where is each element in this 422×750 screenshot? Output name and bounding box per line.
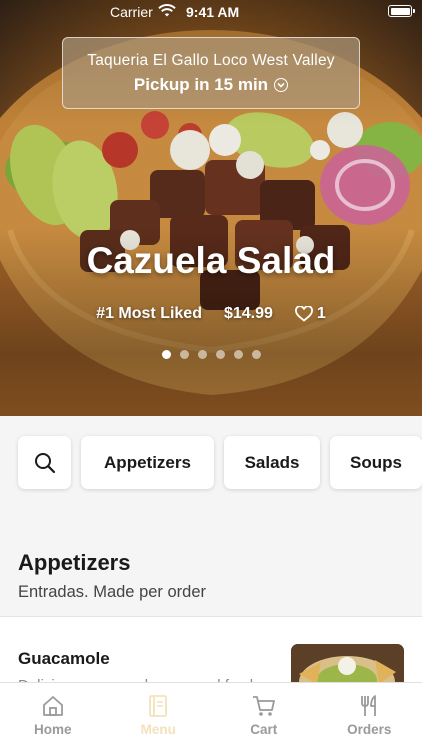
home-icon <box>42 696 63 716</box>
restaurant-name: Taqueria El Gallo Loco West Valley <box>87 52 335 69</box>
location-selector[interactable]: Taqueria El Gallo Loco West Valley Picku… <box>62 37 360 109</box>
carousel-dot[interactable] <box>233 350 243 359</box>
category-salads[interactable]: Salads <box>224 436 320 489</box>
carousel-dot[interactable] <box>197 350 207 359</box>
category-appetizers[interactable]: Appetizers <box>81 436 214 489</box>
menu-item-image <box>291 644 404 686</box>
section-title: Appetizers <box>18 550 131 575</box>
battery-icon <box>388 5 415 17</box>
carousel-dots[interactable] <box>0 350 422 359</box>
tab-label: Cart <box>250 722 278 737</box>
menu-item[interactable]: Guacamole Delicious guacamole prepared f… <box>0 616 422 686</box>
featured-meta: #1 Most Liked $14.99 1 <box>0 305 422 323</box>
category-bar: Appetizers Salads Soups <box>18 436 422 489</box>
search-button[interactable] <box>18 436 71 489</box>
tab-menu[interactable]: Menu <box>106 683 212 750</box>
tab-orders[interactable]: Orders <box>317 683 422 750</box>
carousel-dot[interactable] <box>161 350 171 359</box>
featured-badge: #1 Most Liked <box>96 305 202 322</box>
heart-icon <box>295 306 313 322</box>
like-button[interactable]: 1 <box>295 305 326 323</box>
cart-icon <box>252 696 275 716</box>
carrier-label: Carrier <box>110 4 153 20</box>
featured-price: $14.99 <box>223 305 273 322</box>
pickup-time: Pickup in 15 min <box>133 75 269 94</box>
featured-title: Cazuela Salad <box>86 240 336 281</box>
like-count: 1 <box>316 305 326 322</box>
fork-knife-icon <box>361 695 377 716</box>
status-time: 9:41 AM <box>186 4 240 20</box>
tab-label: Menu <box>140 722 176 737</box>
tab-cart[interactable]: Cart <box>211 683 317 750</box>
category-soups[interactable]: Soups <box>330 436 422 489</box>
tab-label: Orders <box>347 722 392 737</box>
tab-home[interactable]: Home <box>0 683 106 750</box>
wifi-icon <box>158 4 176 21</box>
menu-item-name: Guacamole <box>18 649 110 668</box>
carousel-dot[interactable] <box>179 350 189 359</box>
carousel-dot[interactable] <box>251 350 261 359</box>
menu-section-header: Appetizers Entradas. Made per order <box>0 536 422 616</box>
menu-book-icon <box>149 695 168 717</box>
featured-hero[interactable]: Carrier 9:41 AM Taqueria El Gallo Loco W… <box>0 0 422 416</box>
tab-label: Home <box>33 722 72 737</box>
search-icon <box>34 452 55 473</box>
tab-bar: Home Menu Cart Orders <box>0 682 422 750</box>
carousel-dot[interactable] <box>215 350 225 359</box>
section-subtitle: Entradas. Made per order <box>18 583 207 601</box>
chevron-down-icon <box>274 78 289 92</box>
status-bar: Carrier 9:41 AM <box>0 0 422 24</box>
